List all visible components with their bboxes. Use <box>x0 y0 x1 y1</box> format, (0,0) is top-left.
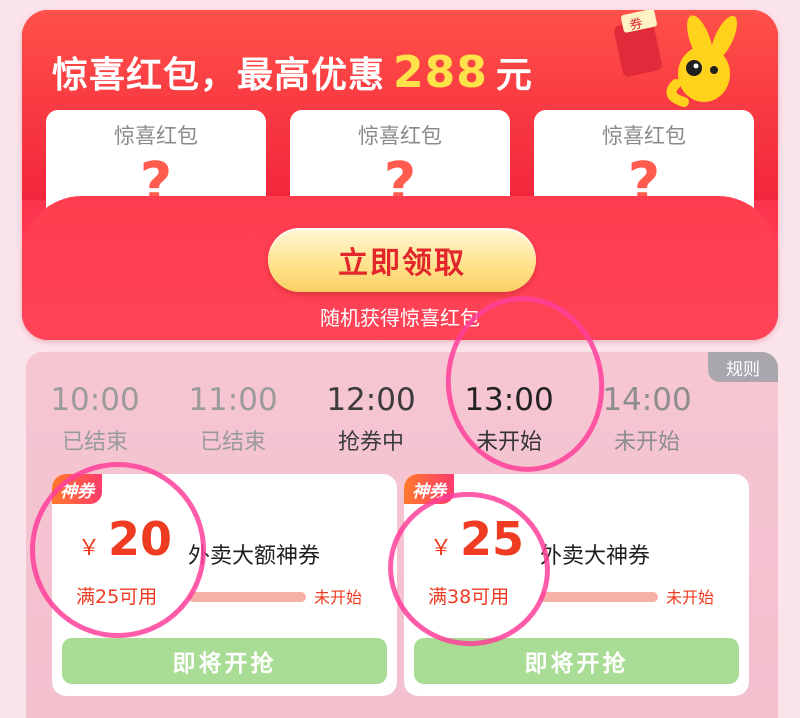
coupon-status: 未开始 <box>666 588 715 607</box>
time-slot[interactable]: 13:00 未开始 <box>440 382 578 456</box>
coupon-badge: 神券 <box>404 474 454 504</box>
promo-max-amount: 288 <box>393 47 488 98</box>
coupon-progress-bar <box>540 592 658 602</box>
rules-button[interactable]: 规则 <box>708 352 778 382</box>
coupon-card: 神券 ￥ 20 外卖大额神券 满25可用 未开始 即将开抢 <box>52 474 397 696</box>
mystery-card-label: 惊喜红包 <box>358 124 442 148</box>
promo-title: 惊喜红包，最高优惠 288 元 <box>52 46 533 98</box>
coupon-value: 20 <box>108 512 173 566</box>
coupon-value: 25 <box>460 512 525 566</box>
currency-symbol: ￥ <box>430 536 453 561</box>
mascot-illustration: 券 <box>614 10 738 107</box>
time-slot-time: 11:00 <box>188 382 278 418</box>
claim-now-button[interactable]: 立即领取 <box>268 228 536 292</box>
coupon-card: 神券 ￥ 25 外卖大神券 满38可用 未开始 即将开抢 <box>404 474 749 696</box>
progress-fill <box>188 592 306 602</box>
time-slot-active[interactable]: 12:00 抢券中 <box>302 382 440 456</box>
coupon-status: 未开始 <box>314 588 363 607</box>
time-slot-status: 抢券中 <box>337 430 404 455</box>
time-slot-status: 已结束 <box>199 430 266 455</box>
time-slot-status: 未开始 <box>613 430 680 455</box>
coupon-price: ￥ 25 <box>430 512 524 566</box>
time-slot-time: 14:00 <box>602 382 692 418</box>
time-slot-status: 已结束 <box>61 430 128 455</box>
surprise-red-packet-card: 惊喜红包，最高优惠 288 元 券 惊喜红包 ? 惊喜红包 ? 惊喜红包 ? 立… <box>22 10 778 340</box>
coupon-name: 外卖大额神券 <box>188 544 321 569</box>
time-slot-time: 10:00 <box>50 382 140 418</box>
time-slot-time: 12:00 <box>326 382 416 418</box>
currency-symbol: ￥ <box>78 536 101 561</box>
time-slot[interactable]: 11:00 已结束 <box>164 382 302 456</box>
timed-coupon-panel: 规则 10:00 已结束 11:00 已结束 12:00 抢券中 13:00 未… <box>26 352 778 718</box>
time-slot-time: 13:00 <box>464 382 554 418</box>
coupon-name: 外卖大神券 <box>540 544 651 569</box>
promo-unit: 元 <box>495 55 533 96</box>
grab-coupon-button[interactable]: 即将开抢 <box>62 638 387 684</box>
time-slot[interactable]: 14:00 未开始 <box>578 382 716 456</box>
promo-title-text: 惊喜红包，最高优惠 <box>52 55 386 96</box>
mystery-card-label: 惊喜红包 <box>602 124 686 148</box>
coupon-min-use: 满25可用 <box>76 586 158 608</box>
coupon-badge: 神券 <box>52 474 102 504</box>
progress-fill <box>540 592 658 602</box>
coupon-progress-bar <box>188 592 306 602</box>
grab-coupon-button[interactable]: 即将开抢 <box>414 638 739 684</box>
time-slot-status: 未开始 <box>475 430 542 455</box>
coupon-price: ￥ 20 <box>78 512 172 566</box>
time-slot[interactable]: 10:00 已结束 <box>26 382 164 456</box>
coupon-min-use: 满38可用 <box>428 586 510 608</box>
claim-subtitle: 随机获得惊喜红包 <box>320 306 480 330</box>
mystery-card-label: 惊喜红包 <box>114 124 198 148</box>
time-slot-tabs: 10:00 已结束 11:00 已结束 12:00 抢券中 13:00 未开始 … <box>26 382 778 456</box>
